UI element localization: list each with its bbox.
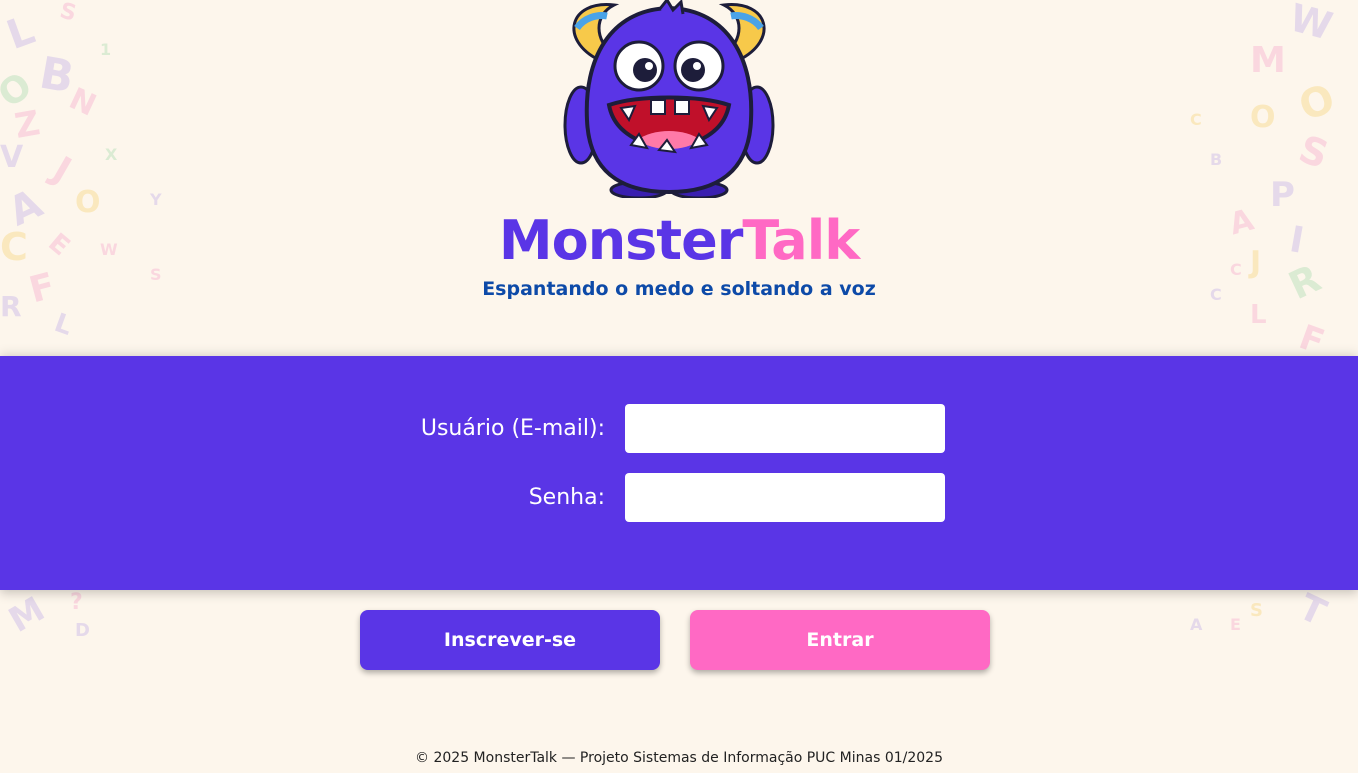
password-field[interactable] — [625, 473, 945, 522]
hero-header: MonsterTalk Espantando o medo e soltando… — [0, 0, 1358, 356]
email-label: Usuário (E-mail): — [420, 416, 605, 441]
brand-part-talk: Talk — [742, 209, 860, 272]
login-form-panel: Usuário (E-mail): Senha: — [0, 356, 1358, 590]
brand-part-monster: Monster — [498, 209, 743, 272]
email-row: Usuário (E-mail): — [0, 404, 1358, 453]
password-row: Senha: — [0, 473, 1358, 522]
monster-mascot-icon — [563, 0, 775, 198]
app-tagline: Espantando o medo e soltando a voz — [482, 278, 876, 300]
email-field[interactable] — [625, 404, 945, 453]
footer-copyright: © 2025 MonsterTalk — Projeto Sistemas de… — [415, 750, 943, 766]
app-logo-wordmark: MonsterTalk — [0, 206, 1358, 276]
password-label: Senha: — [528, 485, 605, 510]
login-button[interactable]: Entrar — [690, 610, 990, 670]
signup-button[interactable]: Inscrever-se — [360, 610, 660, 670]
